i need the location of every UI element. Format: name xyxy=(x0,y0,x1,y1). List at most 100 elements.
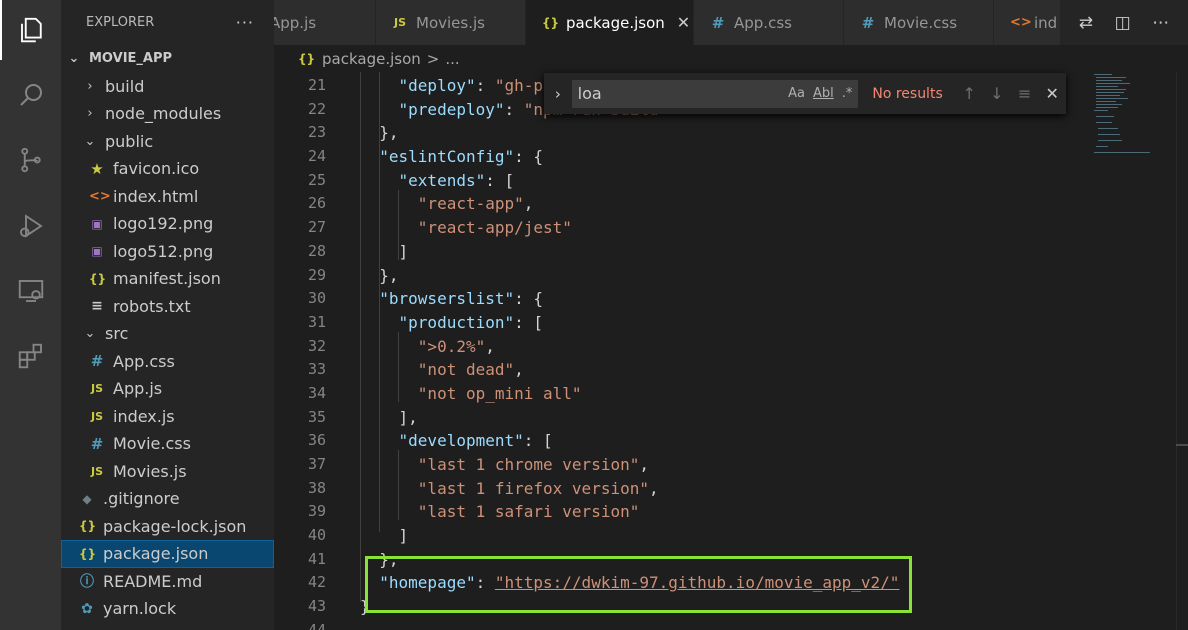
favicon-file-icon: ★ xyxy=(90,159,104,178)
tree-folder-node-modules[interactable]: › node_modules xyxy=(61,100,274,128)
tab-app-js[interactable]: App.js xyxy=(274,0,376,45)
code-line: }, xyxy=(379,123,399,143)
chevron-right-icon: › xyxy=(87,78,93,94)
line-number: 36 xyxy=(307,431,326,450)
file-label: logo512.png xyxy=(113,241,214,261)
json-file-icon: {} xyxy=(89,271,107,286)
js-file-icon: JS xyxy=(393,16,406,29)
css-file-icon: # xyxy=(711,13,725,32)
line-number: 44 xyxy=(307,620,326,630)
html-file-icon: <> xyxy=(1010,15,1032,30)
text-file-icon: ≡ xyxy=(91,298,103,315)
tree-folder-public[interactable]: ⌄ public xyxy=(61,128,274,156)
file-label: README.md xyxy=(103,571,203,591)
find-in-selection-icon[interactable]: ≡ xyxy=(1011,84,1039,103)
find-input[interactable] xyxy=(577,84,781,103)
tree-folder-build[interactable]: › build xyxy=(61,73,274,101)
line-number: 35 xyxy=(307,407,326,426)
line-number: 43 xyxy=(307,597,326,616)
run-debug-icon[interactable] xyxy=(0,196,61,256)
remote-explorer-icon[interactable] xyxy=(0,261,61,321)
tab-movie-css[interactable]: # Movie.css xyxy=(844,0,994,45)
extensions-icon[interactable] xyxy=(0,326,61,386)
more-actions-icon[interactable]: ··· xyxy=(236,13,254,32)
tab-app-css[interactable]: # App.css xyxy=(694,0,844,45)
line-number: 38 xyxy=(307,478,326,497)
toggle-replace-chevron-icon[interactable]: › xyxy=(544,85,572,103)
tree-file-robots[interactable]: ≡ robots.txt xyxy=(61,293,274,321)
file-label: App.css xyxy=(113,351,175,371)
close-icon[interactable]: ✕ xyxy=(677,13,690,32)
code-line: "development": [ xyxy=(398,431,553,451)
compare-changes-icon[interactable]: ⇄ xyxy=(1079,13,1093,33)
json-file-icon: {} xyxy=(542,15,560,30)
line-number: 27 xyxy=(307,218,326,237)
tree-file-app-css[interactable]: # App.css xyxy=(61,348,274,376)
tab-index-html[interactable]: <> ind xyxy=(994,0,1066,45)
code-line: "last 1 chrome version", xyxy=(417,455,649,474)
match-case-icon[interactable]: Aa xyxy=(788,86,805,101)
file-label: manifest.json xyxy=(113,269,221,289)
code-lines: "deploy": "gh-pages -d build", "predeplo… xyxy=(360,74,1100,619)
tree-file-app-js[interactable]: JS App.js xyxy=(61,375,274,403)
code-line: "last 1 safari version" xyxy=(417,502,640,522)
tree-file-manifest[interactable]: {} manifest.json xyxy=(61,265,274,293)
match-whole-word-icon[interactable]: Abl xyxy=(813,86,834,101)
breadcrumb-rest[interactable]: ... xyxy=(445,50,459,68)
folder-label: node_modules xyxy=(105,104,222,124)
file-label: robots.txt xyxy=(113,296,191,316)
tree-file-logo512[interactable]: ▣ logo512.png xyxy=(61,238,274,266)
explorer-icon[interactable] xyxy=(0,0,61,60)
tree-file-logo192[interactable]: ▣ logo192.png xyxy=(61,210,274,238)
image-file-icon: ▣ xyxy=(91,216,103,231)
source-control-icon[interactable] xyxy=(0,130,61,190)
line-number: 23 xyxy=(307,123,326,142)
line-number: 40 xyxy=(307,526,326,545)
git-file-icon: ◆ xyxy=(82,491,92,506)
code-line: ], xyxy=(398,407,418,427)
folder-label: build xyxy=(105,76,145,96)
tree-file-package-lock[interactable]: {} package-lock.json xyxy=(61,513,274,541)
previous-match-icon[interactable]: ↑ xyxy=(955,84,983,103)
tree-file-yarn-lock[interactable]: ✿ yarn.lock xyxy=(61,595,274,623)
tree-file-index-html[interactable]: <> index.html xyxy=(61,183,274,211)
search-icon[interactable] xyxy=(0,65,61,125)
tree-file-readme[interactable]: ⓘ README.md xyxy=(61,568,274,596)
tree-file-movies-js[interactable]: JS Movies.js xyxy=(61,458,274,486)
close-icon[interactable]: ✕ xyxy=(1038,84,1066,103)
breadcrumb-file[interactable]: package.json xyxy=(322,50,421,68)
json-file-icon: {} xyxy=(79,546,97,561)
tab-movies-js[interactable]: JS Movies.js xyxy=(376,0,526,45)
code-editor[interactable]: 21 22 23 24 25 26 27 28 29 30 31 32 33 3… xyxy=(274,72,1188,630)
tree-file-package-json[interactable]: {} package.json xyxy=(61,540,274,568)
tab-label: package.json xyxy=(566,13,665,32)
tree-file-movie-css[interactable]: # Movie.css xyxy=(61,430,274,458)
file-label: logo192.png xyxy=(113,214,214,234)
css-file-icon: # xyxy=(90,352,104,371)
tree-file-favicon[interactable]: ★ favicon.ico xyxy=(61,155,274,183)
regex-icon[interactable]: .* xyxy=(842,86,853,101)
code-line: "browserslist": { xyxy=(379,289,544,309)
next-match-icon[interactable]: ↓ xyxy=(983,84,1011,103)
minimap[interactable] xyxy=(1090,72,1174,172)
tree-file-index-js[interactable]: JS index.js xyxy=(61,403,274,431)
vertical-scrollbar[interactable] xyxy=(1176,72,1188,630)
breadcrumb-separator: > xyxy=(426,49,440,68)
tree-folder-src[interactable]: ⌄ src xyxy=(61,320,274,348)
tab-package-json[interactable]: {} package.json ✕ xyxy=(526,0,694,45)
more-actions-icon[interactable]: ⋯ xyxy=(1152,13,1169,33)
editor-tabs: App.js JS Movies.js {} package.json ✕ # … xyxy=(274,0,1068,45)
tree-root-folder[interactable]: ⌄ MOVIE_APP xyxy=(61,45,274,73)
find-input-box: Aa Abl .* xyxy=(571,79,859,108)
code-line: }, xyxy=(379,265,399,285)
code-line: "react-app/jest" xyxy=(417,218,572,238)
css-file-icon: # xyxy=(861,13,875,32)
line-number: 31 xyxy=(307,312,326,331)
tree-file-gitignore[interactable]: ◆ .gitignore xyxy=(61,485,274,513)
code-line: "not dead", xyxy=(417,360,524,380)
explorer-title: EXPLORER xyxy=(86,15,155,30)
line-number: 26 xyxy=(307,194,326,213)
chevron-down-icon: ⌄ xyxy=(84,133,96,149)
activity-bar xyxy=(0,0,61,630)
split-editor-icon[interactable]: ◫ xyxy=(1115,13,1131,33)
